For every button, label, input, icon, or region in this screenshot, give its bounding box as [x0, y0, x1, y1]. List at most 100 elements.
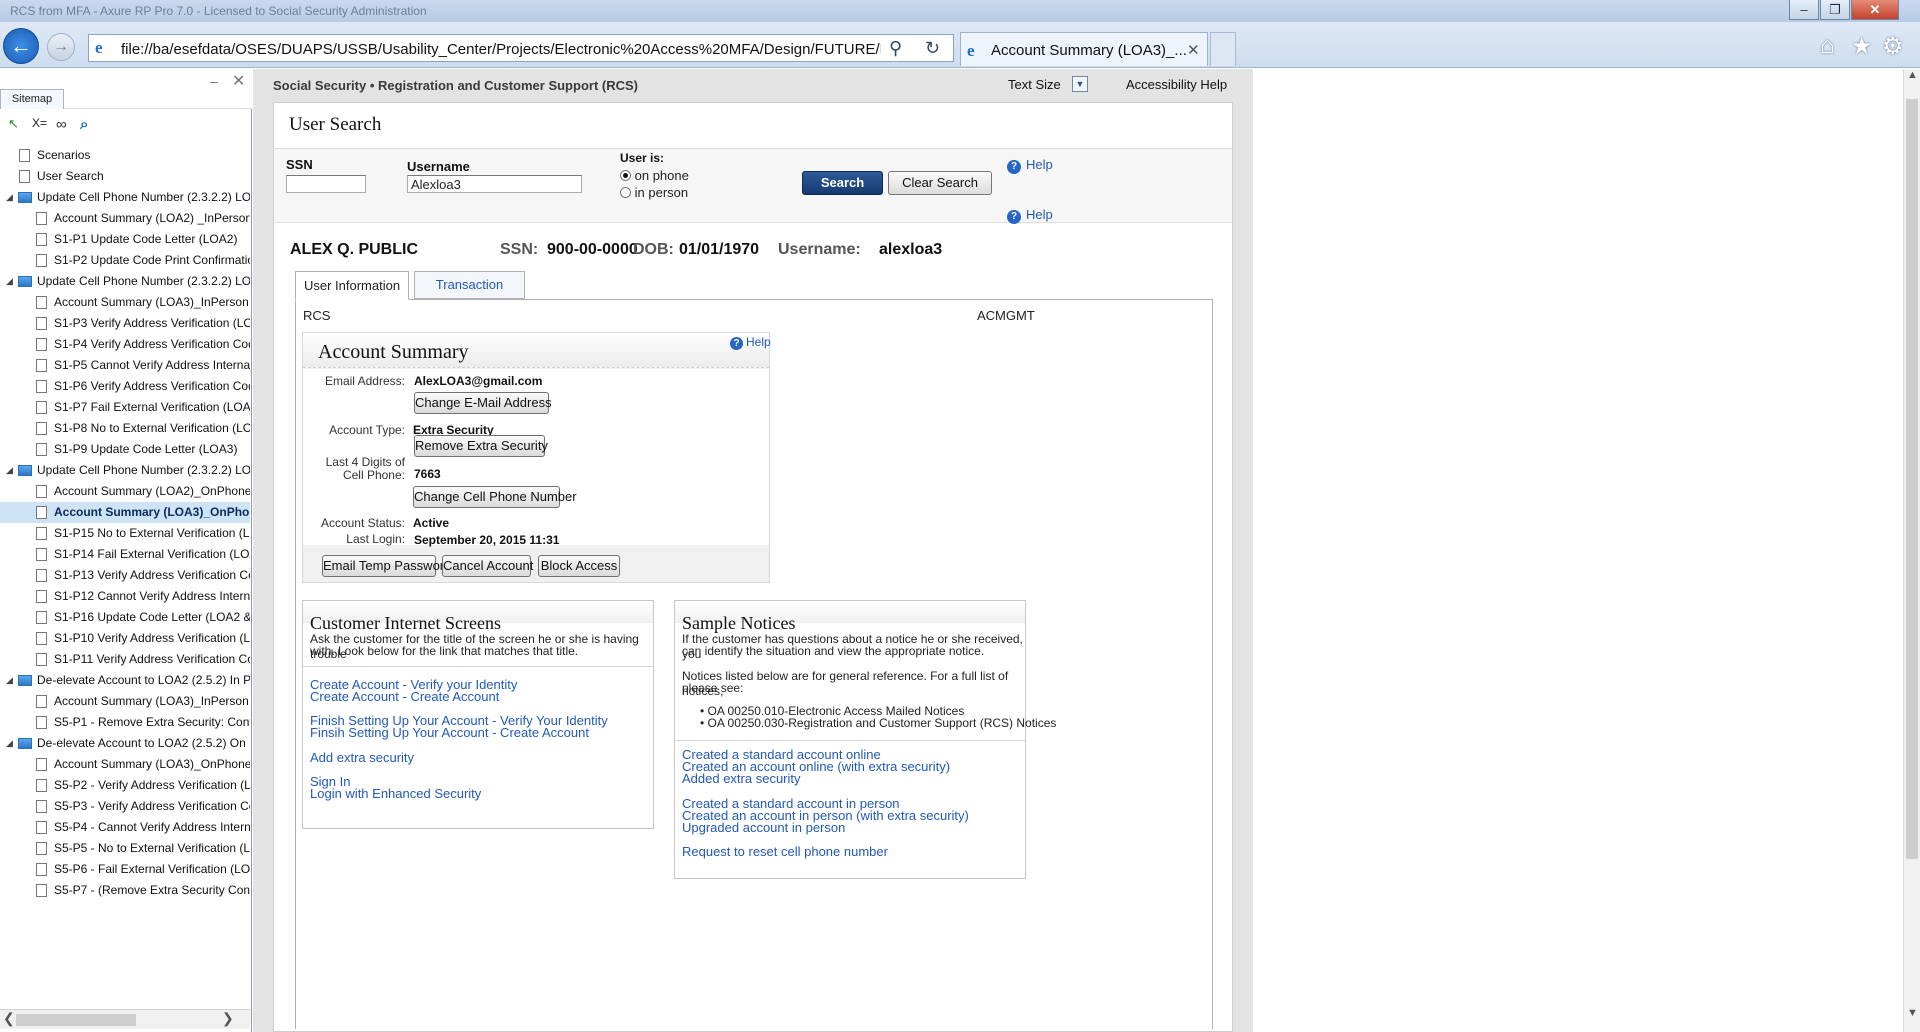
expand-triangle-icon[interactable]: ◢ [6, 733, 13, 754]
text-size-label[interactable]: Text Size [1008, 77, 1061, 92]
sitemap-item[interactable]: Account Summary (LOA3)_InPerson [0, 691, 250, 712]
scroll-thumb[interactable] [16, 1014, 136, 1026]
search-help-link[interactable]: ? Help [1007, 157, 1053, 174]
ssn-input[interactable] [286, 175, 366, 193]
sitemap-item[interactable]: Account Summary (LOA3)_InPerson [0, 292, 250, 313]
pointer-icon[interactable]: ↖ [8, 116, 19, 132]
cancel-account-button[interactable]: Cancel Account [442, 555, 533, 577]
minimize-button[interactable]: – [1789, 0, 1819, 20]
minimize-pane-icon[interactable]: – [210, 73, 218, 89]
link-added-extra-security[interactable]: Added extra security [682, 771, 801, 786]
search-icon[interactable]: ⚲ [889, 38, 902, 59]
scroll-down-icon[interactable]: ▼ [1907, 1007, 1918, 1019]
tab-user-information[interactable]: User Information [295, 271, 409, 300]
change-cell-phone-button[interactable]: Change Cell Phone Number [413, 486, 577, 508]
sitemap-item[interactable]: S5-P6 - Fail External Verification (LOA3… [0, 859, 250, 880]
sitemap-item[interactable]: Scenarios [0, 145, 250, 166]
sitemap-item[interactable]: S1-P5 Cannot Verify Address Internal [0, 355, 250, 376]
expand-triangle-icon[interactable]: ◢ [6, 460, 13, 481]
text-size-dropdown-icon[interactable]: ▼ [1072, 76, 1088, 92]
sitemap-item[interactable]: S1-P2 Update Code Print Confirmation [0, 250, 250, 271]
scroll-right-icon[interactable]: ❯ [222, 1010, 234, 1027]
sitemap-item[interactable]: S1-P3 Verify Address Verification (LOA3) [0, 313, 250, 334]
browser-tab-active[interactable]: e Account Summary (LOA3)_... ✕ [960, 32, 1208, 66]
account-help-link[interactable]: ? Help [730, 335, 771, 350]
link-icon[interactable]: ∞ [56, 116, 67, 133]
sitemap-item[interactable]: ◢ Update Cell Phone Number (2.3.2.2) LOA2 [0, 187, 250, 208]
sitemap-item[interactable]: S1-P15 No to External Verification (LOA3… [0, 523, 250, 544]
sitemap-item[interactable]: Account Summary (LOA3)_OnPhone [0, 502, 250, 523]
page-vertical-scrollbar[interactable]: ▲ ▼ [1903, 69, 1920, 1032]
sitemap-item[interactable]: S1-P11 Verify Address Verification Code [0, 649, 250, 670]
variables-icon[interactable]: X= [32, 116, 47, 130]
address-bar[interactable]: e file://ba/esefdata/OSES/DUAPS/USSB/Usa… [88, 34, 954, 62]
sitemap-item[interactable]: S1-P6 Verify Address Verification Code [0, 376, 250, 397]
sitemap-item[interactable]: S5-P2 - Verify Address Verification (LOA… [0, 775, 250, 796]
in-person-radio[interactable]: in person [620, 185, 688, 200]
radio-on-phone-dot[interactable] [620, 170, 631, 181]
address-url[interactable]: file://ba/esefdata/OSES/DUAPS/USSB/Usabi… [121, 41, 881, 58]
tab-transaction-history[interactable]: Transaction History [414, 271, 525, 318]
clear-search-button[interactable]: Clear Search [888, 171, 992, 195]
home-icon[interactable]: ⌂ [1820, 32, 1835, 60]
sitemap-item[interactable]: S1-P12 Cannot Verify Address Internal [0, 586, 250, 607]
email-temp-password-button[interactable]: Email Temp Password [322, 555, 451, 577]
sitemap-item[interactable]: S1-P4 Verify Address Verification Code [0, 334, 250, 355]
sitemap-item[interactable]: S1-P7 Fail External Verification (LOA3) [0, 397, 250, 418]
sitemap-item[interactable]: S5-P3 - Verify Address Verification Code [0, 796, 250, 817]
sitemap-item[interactable]: S1-P16 Update Code Letter (LOA2 & LOA3) [0, 607, 250, 628]
expand-triangle-icon[interactable]: ◢ [6, 187, 13, 208]
sitemap-item[interactable]: S1-P1 Update Code Letter (LOA2) [0, 229, 250, 250]
link-reset-cell-phone[interactable]: Request to reset cell phone number [682, 844, 888, 859]
change-email-button[interactable]: Change E-Mail Address [414, 392, 552, 414]
close-window-button[interactable]: ✕ [1851, 0, 1899, 20]
gear-icon[interactable]: ⚙ [1882, 32, 1904, 61]
search-icon[interactable]: ⌕ [80, 116, 88, 133]
remove-extra-security-button[interactable]: Remove Extra Security [414, 435, 548, 457]
sitemap-item[interactable]: S5-P7 - (Remove Extra Security Confirm) [0, 880, 250, 901]
accessibility-help-link[interactable]: Accessibility Help [1126, 77, 1227, 92]
close-pane-icon[interactable]: ✕ [232, 71, 245, 91]
back-arrow-icon[interactable]: ← [3, 28, 39, 64]
radio-in-person-dot[interactable] [620, 187, 631, 198]
sitemap-item[interactable]: S1-P10 Verify Address Verification (LOA3… [0, 628, 250, 649]
link-finish-setup-create[interactable]: Finsih Setting Up Your Account - Create … [310, 725, 589, 740]
sitemap-item[interactable]: ◢ Update Cell Phone Number (2.3.2.2) LOA3 [0, 460, 250, 481]
scroll-thumb[interactable] [1906, 99, 1918, 859]
scroll-up-icon[interactable]: ▲ [1907, 69, 1918, 81]
star-icon[interactable]: ★ [1851, 32, 1873, 61]
sitemap-item[interactable]: Account Summary (LOA2) _InPerson [0, 208, 250, 229]
maximize-button[interactable]: ❐ [1820, 0, 1850, 20]
notice-ref-rcs[interactable]: • OA 00250.030-Registration and Customer… [700, 716, 1056, 730]
search-button[interactable]: Search [802, 171, 883, 195]
scroll-left-icon[interactable]: ❮ [3, 1010, 15, 1027]
sitemap-horizontal-scrollbar[interactable]: ❮ ❯ [0, 1009, 250, 1029]
sitemap-tab[interactable]: Sitemap [0, 89, 64, 109]
sitemap-item[interactable]: S5-P4 - Cannot Verify Address Internal [0, 817, 250, 838]
sitemap-item[interactable]: ◢ De-elevate Account to LOA2 (2.5.2) On P… [0, 733, 250, 754]
sitemap-item[interactable]: S1-P14 Fail External Verification (LOA3) [0, 544, 250, 565]
sitemap-item[interactable]: S5-P5 - No to External Verification (LOA… [0, 838, 250, 859]
link-add-extra-security[interactable]: Add extra security [310, 750, 414, 765]
block-access-button[interactable]: Block Access [538, 555, 620, 577]
refresh-icon[interactable]: ↻ [925, 38, 940, 59]
sitemap-item[interactable]: ◢ De-elevate Account to LOA2 (2.5.2) In P… [0, 670, 250, 691]
expand-triangle-icon[interactable]: ◢ [6, 670, 13, 691]
on-phone-radio[interactable]: on phone [620, 168, 689, 183]
sitemap-item[interactable]: S1-P9 Update Code Letter (LOA3) [0, 439, 250, 460]
sitemap-item[interactable]: User Search [0, 166, 250, 187]
sitemap-item[interactable]: ◢ Update Cell Phone Number (2.3.2.2) LOA3 [0, 271, 250, 292]
new-tab-button[interactable] [1210, 32, 1236, 66]
close-tab-icon[interactable]: ✕ [1187, 41, 1200, 59]
link-upgraded-in-person[interactable]: Upgraded account in person [682, 820, 845, 835]
sitemap-item[interactable]: S5-P1 - Remove Extra Security: Confirm [0, 712, 250, 733]
sitemap-item[interactable]: Account Summary (LOA2)_OnPhone [0, 481, 250, 502]
sitemap-item[interactable]: Account Summary (LOA3)_OnPhone [0, 754, 250, 775]
forward-arrow-icon[interactable]: → [47, 33, 75, 61]
expand-triangle-icon[interactable]: ◢ [6, 271, 13, 292]
link-create-account-create[interactable]: Create Account - Create Account [310, 689, 499, 704]
link-login-enhanced[interactable]: Login with Enhanced Security [310, 786, 481, 801]
sitemap-item[interactable]: S1-P13 Verify Address Verification Code [0, 565, 250, 586]
sitemap-item[interactable]: S1-P8 No to External Verification (LOA3) [0, 418, 250, 439]
username-input[interactable]: Alexloa3 [407, 175, 582, 193]
